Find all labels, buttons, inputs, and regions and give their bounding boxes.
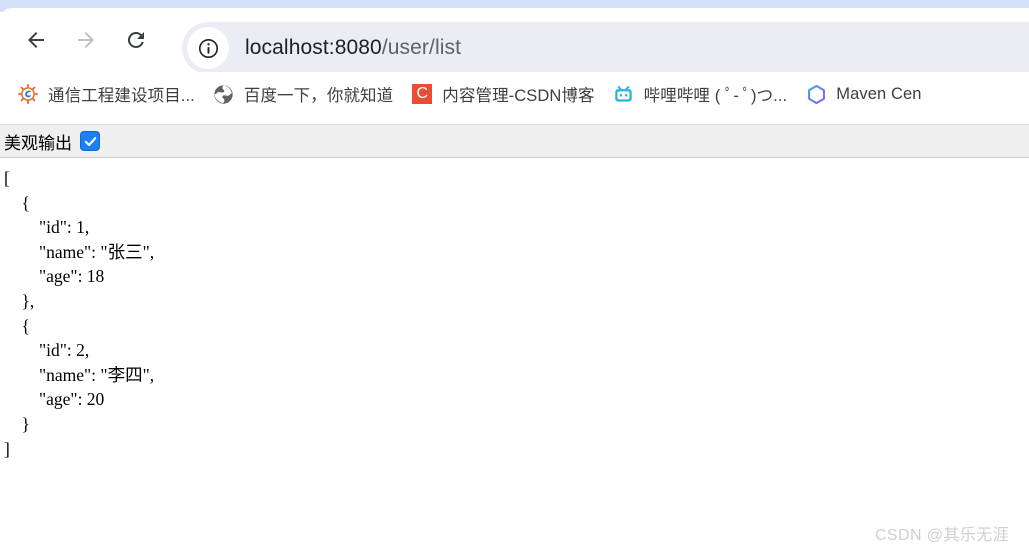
pretty-print-checkbox[interactable] (81, 132, 99, 150)
reload-button[interactable] (118, 22, 154, 58)
csdn-watermark: CSDN @其乐无涯 (874, 527, 1009, 544)
forward-button[interactable] (68, 22, 104, 58)
globe-favicon (213, 83, 235, 105)
csdn-favicon: C (411, 83, 433, 105)
json-response-body: [ { "id": 1, "name": "张三", "age": 18 }, … (4, 168, 155, 459)
bookmark-label: 百度一下，你就知道 (243, 87, 394, 105)
bookmark-item[interactable]: 通信工程建设项目... (10, 79, 202, 109)
bilibili-tv-favicon (613, 83, 635, 105)
maven-hexagon-favicon (805, 83, 827, 105)
back-arrow-icon (28, 32, 44, 48)
csdn-favicon-letter: C (412, 84, 433, 104)
checkmark-icon (84, 136, 96, 146)
back-button[interactable] (18, 22, 54, 58)
url-host: localhost:8080 (245, 36, 382, 59)
bookmark-item[interactable]: 百度一下，你就知道 (206, 79, 400, 109)
bookmark-item[interactable]: 哔哩哔哩 ( ﾟ- ﾟ)つ... (606, 79, 795, 109)
browser-toolbar: localhost:8080/user/list (0, 8, 1029, 74)
bookmark-item[interactable]: C 内容管理-CSDN博客 (404, 79, 601, 109)
bookmarks-bar: 通信工程建设项目... 百度一下，你就知道 C 内容管理-CSDN博客 哔哩哔哩… (0, 72, 1029, 116)
reload-icon (127, 31, 144, 48)
bookmark-label: 通信工程建设项目... (48, 87, 195, 105)
bookmark-label: Maven Cen (836, 84, 922, 103)
forward-arrow-icon (78, 32, 94, 48)
sunburst-e-favicon (17, 83, 39, 105)
browser-window: localhost:8080/user/list 通信工程建设项目... 百度一… (0, 0, 1029, 555)
pretty-print-label: 美观输出 (4, 133, 72, 153)
pretty-print-bar: 美观输出 (0, 124, 1029, 158)
url-path: /user/list (381, 36, 462, 59)
url-text: localhost:8080/user/list (245, 36, 461, 60)
info-circle-icon (198, 38, 218, 58)
site-info-icon[interactable] (187, 27, 229, 69)
bookmark-label: 哔哩哔哩 ( ﾟ- ﾟ)つ... (643, 87, 788, 105)
bookmark-item[interactable]: Maven Cen (798, 79, 928, 109)
bookmark-label: 内容管理-CSDN博客 (442, 87, 595, 105)
address-bar[interactable]: localhost:8080/user/list (182, 22, 1029, 74)
